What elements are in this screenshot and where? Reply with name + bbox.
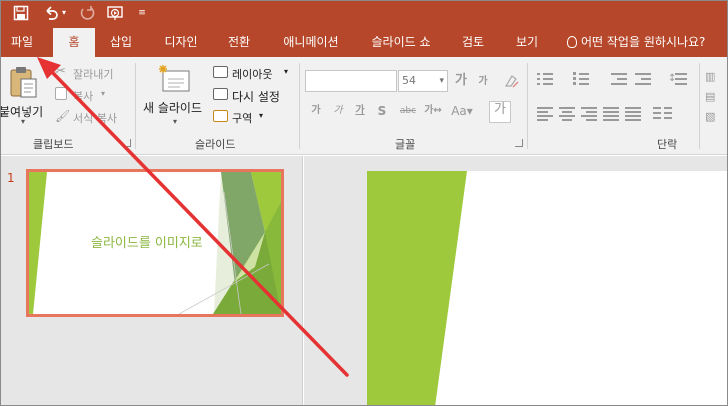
powerpoint-window: ▾ ≡ 파일 홈 삽입 디자인 전환 애니메이션 슬라이드 쇼 검토 보기 어떤… [0,0,728,406]
annotation-arrow [37,57,349,377]
